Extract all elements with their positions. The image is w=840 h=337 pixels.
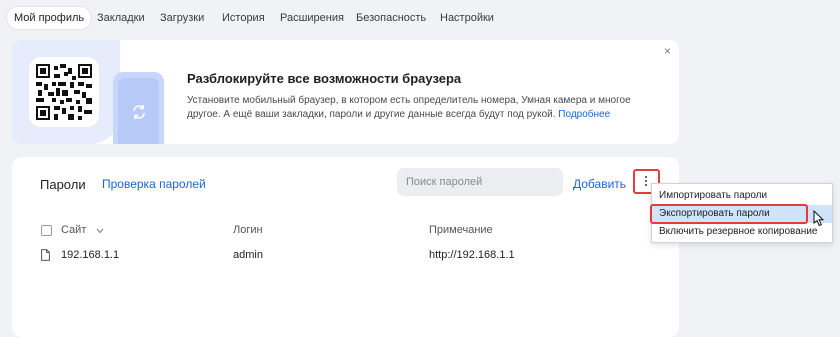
chevron-down-icon[interactable] — [96, 228, 104, 234]
promo-more-link[interactable]: Подробнее — [558, 109, 610, 120]
check-passwords-link[interactable]: Проверка паролей — [102, 177, 206, 191]
mouse-cursor-icon — [813, 210, 825, 227]
column-login: Логин — [233, 224, 263, 236]
page-icon — [41, 249, 50, 261]
tab-my-profile[interactable]: Мой профиль — [7, 7, 92, 29]
menu-item-enable-backup[interactable]: Включить резервное копирование — [652, 223, 832, 241]
column-site[interactable]: Сайт — [61, 224, 86, 236]
tab-settings[interactable]: Настройки — [433, 7, 501, 29]
tab-extensions[interactable]: Расширения — [273, 7, 351, 29]
tab-security[interactable]: Безопасность — [349, 7, 433, 29]
close-icon[interactable]: × — [664, 44, 671, 58]
promo-banner: Разблокируйте все возможности браузера У… — [12, 40, 679, 144]
phone-illustration — [113, 72, 164, 144]
search-passwords-input[interactable] — [397, 168, 563, 196]
sync-icon — [133, 105, 145, 119]
promo-illustration — [12, 40, 164, 144]
row-note[interactable]: http://192.168.1.1 — [429, 249, 515, 261]
column-note: Примечание — [429, 224, 493, 236]
tab-history[interactable]: История — [215, 7, 272, 29]
menu-item-export-passwords[interactable]: Экспортировать пароли — [652, 205, 832, 223]
row-login[interactable]: admin — [233, 249, 263, 261]
tab-downloads[interactable]: Загрузки — [153, 7, 211, 29]
tab-bookmarks[interactable]: Закладки — [90, 7, 152, 29]
select-all-checkbox[interactable] — [41, 225, 52, 236]
passwords-panel: Пароли Проверка паролей Добавить Сайт Ло… — [12, 157, 679, 337]
qr-code-icon — [36, 64, 92, 120]
more-vertical-icon — [645, 176, 648, 187]
add-password-button[interactable]: Добавить — [573, 177, 626, 191]
profile-tabs: Мой профиль Закладки Загрузки История Ра… — [0, 0, 840, 38]
passwords-context-menu: Импортировать пароли Экспортировать паро… — [651, 183, 833, 243]
promo-description: Установите мобильный браузер, в котором … — [187, 95, 631, 120]
passwords-title: Пароли — [40, 177, 86, 192]
menu-item-import-passwords[interactable]: Импортировать пароли — [652, 187, 832, 205]
row-site[interactable]: 192.168.1.1 — [61, 249, 119, 261]
qr-code — [29, 57, 99, 127]
promo-title: Разблокируйте все возможности браузера — [187, 71, 462, 86]
